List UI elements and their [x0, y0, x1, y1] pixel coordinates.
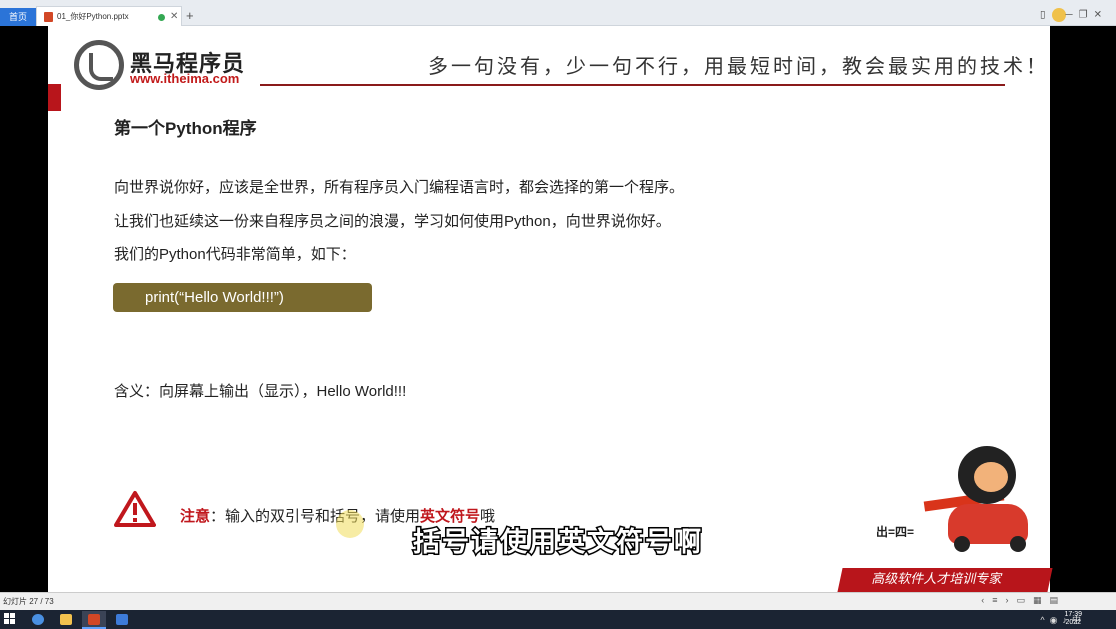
- reading-view-icon[interactable]: ▤: [1049, 595, 1066, 605]
- slide: 黑马程序员 www.itheima.com 多一句没有，少一句不行，用最短时间，…: [48, 26, 1053, 592]
- red-accent-bar: [48, 84, 61, 111]
- mascot-face: [974, 462, 1008, 492]
- taskbar: ^◉♪中 17:39 2022: [0, 610, 1116, 629]
- body-line-1: 向世界说你好，应该是全世界，所有程序员入门编程语言时，都会选择的第一个程序。: [114, 179, 685, 196]
- normal-view-icon[interactable]: ▭: [1016, 595, 1033, 605]
- sorter-view-icon[interactable]: ▦: [1033, 595, 1050, 605]
- browser-tab-bar: 首页 01_你好Python.pptx ✕ + ▯ ─❐✕: [0, 0, 1116, 26]
- window-close-icon[interactable]: ✕: [1094, 10, 1108, 21]
- plus-icon[interactable]: +: [186, 8, 194, 23]
- sync-status-icon: [158, 14, 165, 21]
- slogan: 多一句没有，少一句不行，用最短时间，教会最实用的技术！: [428, 54, 1049, 78]
- meaning-text: 含义：向屏幕上输出（显示），Hello World!!!: [114, 383, 407, 400]
- pptx-file-icon: [44, 12, 53, 22]
- avatar[interactable]: [1051, 8, 1066, 22]
- code-block: print(“Hello World!!!”): [113, 283, 372, 312]
- file-tab-label: 01_你好Python.pptx: [57, 12, 129, 21]
- slide-stage: 黑马程序员 www.itheima.com 多一句没有，少一句不行，用最短时间，…: [0, 26, 1116, 592]
- logo-url: www.itheima.com: [130, 71, 240, 86]
- body-line-2: 让我们也延续这一份来自程序员之间的浪漫，学习如何使用Python，向世界说你好。: [114, 213, 671, 230]
- next-slide-icon[interactable]: ›: [1005, 595, 1016, 605]
- reader-mode-icon[interactable]: ▯: [1040, 10, 1052, 21]
- body-line-3: 我们的Python代码非常简单，如下：: [114, 246, 356, 263]
- itheima-logo-icon: [74, 40, 124, 90]
- prev-slide-icon[interactable]: ‹: [981, 595, 992, 605]
- windows-start-icon[interactable]: [4, 613, 16, 625]
- clock-time: 17:39: [1064, 611, 1082, 618]
- browser-app-icon[interactable]: [26, 611, 50, 629]
- window-controls: ▯ ─❐✕: [1040, 8, 1108, 22]
- terminal-app-icon[interactable]: [110, 611, 134, 629]
- video-subtitle: 括号请使用英文符号啊: [412, 526, 703, 559]
- close-icon[interactable]: ✕: [170, 7, 178, 27]
- home-tab[interactable]: 首页: [0, 8, 36, 26]
- minimize-icon[interactable]: ─: [1066, 10, 1079, 21]
- notes-icon[interactable]: ≡: [992, 595, 1005, 605]
- chevron-up-icon[interactable]: ^: [1040, 615, 1049, 625]
- clock-date: 2022: [1065, 619, 1082, 626]
- slogan-banner: 高级软件人才培训专家: [837, 568, 1053, 592]
- file-tab[interactable]: 01_你好Python.pptx ✕: [36, 6, 182, 26]
- slide-counter: 幻灯片 27 / 73: [3, 597, 54, 606]
- folder-app-icon[interactable]: [54, 611, 78, 629]
- restore-icon[interactable]: ❐: [1079, 10, 1094, 21]
- clock[interactable]: 17:39 2022: [1064, 611, 1082, 627]
- slide-title: 第一个Python程序: [114, 119, 257, 138]
- status-icons: ‹≡›▭▦▤: [981, 595, 1066, 606]
- wps-app-icon[interactable]: [82, 611, 106, 629]
- status-bar: 幻灯片 27 / 73 ‹≡›▭▦▤: [0, 592, 1116, 610]
- header-divider: [260, 84, 1005, 86]
- recording-icon[interactable]: ◉: [1050, 615, 1063, 625]
